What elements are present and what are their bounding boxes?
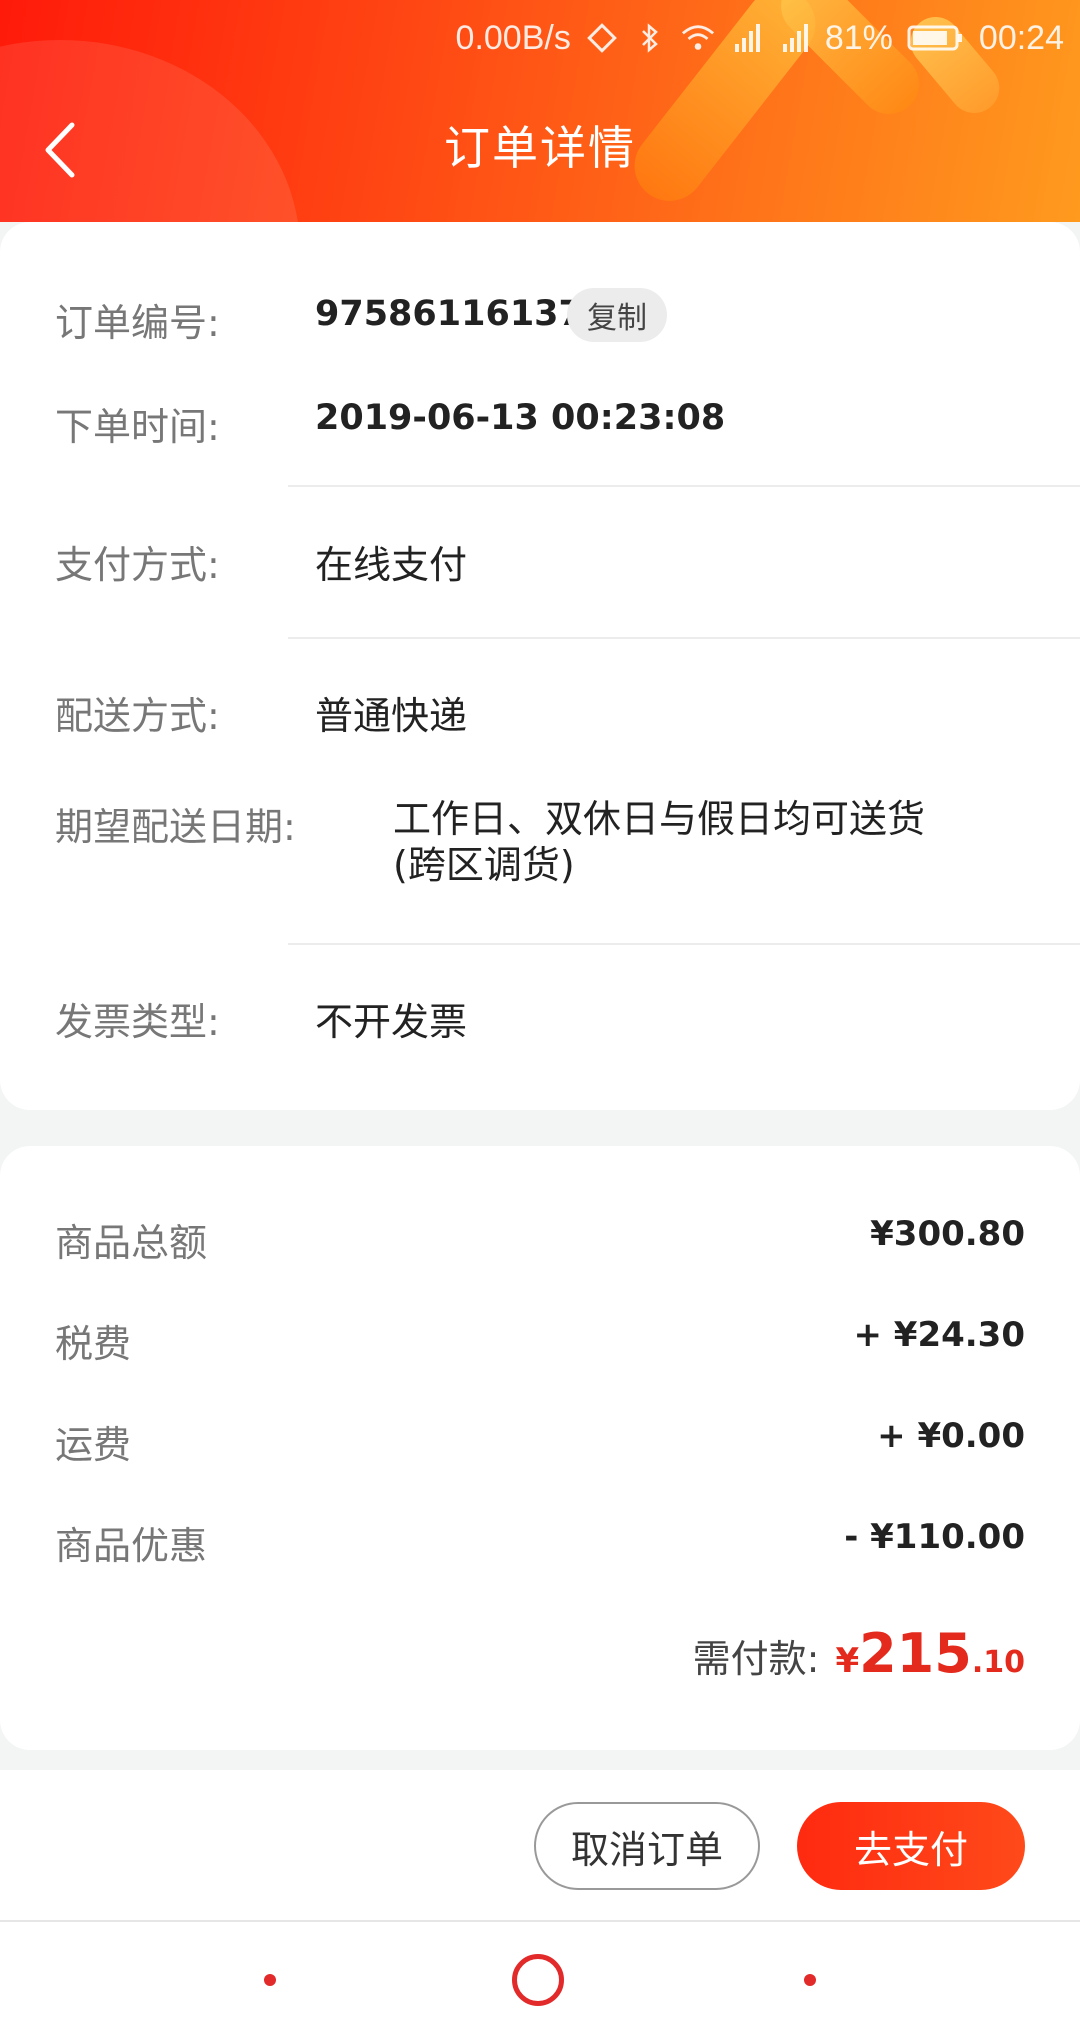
copy-button[interactable]: 复制 (567, 288, 667, 342)
order-time-value: 2019-06-13 00:23:08 (315, 398, 726, 438)
expected-date-line2: (跨区调货) (393, 843, 575, 887)
summary-value: ¥300.80 (870, 1214, 1025, 1254)
nav-recent-dot[interactable] (804, 1974, 816, 1986)
invoice-value: 不开发票 (315, 1000, 468, 1044)
summary-label: 商品优惠 (55, 1524, 208, 1568)
divider (288, 485, 1080, 487)
invoice-label: 发票类型: (55, 1000, 220, 1044)
wifi-icon (681, 21, 715, 55)
nav-home-button[interactable] (512, 1954, 564, 2006)
rotate-icon (585, 21, 619, 55)
amount-due: 需付款: ¥ 215 .10 (693, 1622, 1025, 1685)
order-time-label: 下单时间: (55, 405, 220, 449)
nav-back-dot[interactable] (264, 1974, 276, 1986)
expected-date-value: 工作日、双休日与假日均可送货 (跨区调货) (393, 796, 1013, 888)
summary-value: + ¥24.30 (853, 1315, 1025, 1355)
summary-label: 税费 (55, 1322, 132, 1366)
expected-date-label: 期望配送日期: (55, 805, 296, 849)
order-info-card: 订单编号: 97586116137 复制 下单时间: 2019-06-13 00… (0, 222, 1080, 1110)
delivery-label: 配送方式: (55, 694, 220, 738)
order-number-value: 97586116137 (315, 294, 583, 334)
summary-value: + ¥0.00 (877, 1416, 1025, 1456)
payment-value: 在线支付 (315, 543, 468, 587)
expected-date-line1: 工作日、双休日与假日均可送货 (393, 797, 926, 841)
currency-symbol: ¥ (835, 1641, 860, 1681)
battery-icon (907, 24, 965, 52)
summary-value: - ¥110.00 (844, 1517, 1025, 1557)
page-title: 订单详情 (444, 121, 636, 175)
net-speed: 0.00B/s (455, 18, 571, 57)
summary-label: 商品总额 (55, 1221, 208, 1265)
signal-3g-icon (729, 21, 763, 55)
amount-due-decimal: .10 (971, 1645, 1025, 1680)
delivery-value: 普通快递 (315, 694, 468, 738)
order-number-label: 订单编号: (55, 301, 220, 345)
divider (288, 637, 1080, 639)
bluetooth-icon (633, 21, 667, 55)
summary-label: 运费 (55, 1423, 132, 1467)
signal-4g-icon (777, 21, 811, 55)
battery-percent: 81% (824, 18, 893, 57)
divider (288, 943, 1080, 945)
amount-due-integer: 215 (859, 1622, 972, 1685)
status-bar: 0.00B/s 81% 00:24 (456, 14, 1064, 62)
amount-due-label: 需付款: (692, 1637, 820, 1681)
action-bar: 取消订单 去支付 (0, 1770, 1080, 1922)
system-nav-bar (0, 1922, 1080, 2040)
header-bar: 0.00B/s 81% 00:24 订单详情 (0, 0, 1080, 222)
pay-button[interactable]: 去支付 (797, 1802, 1025, 1890)
cancel-order-button[interactable]: 取消订单 (534, 1802, 760, 1890)
clock: 00:24 (978, 18, 1064, 57)
payment-label: 支付方式: (55, 543, 220, 587)
